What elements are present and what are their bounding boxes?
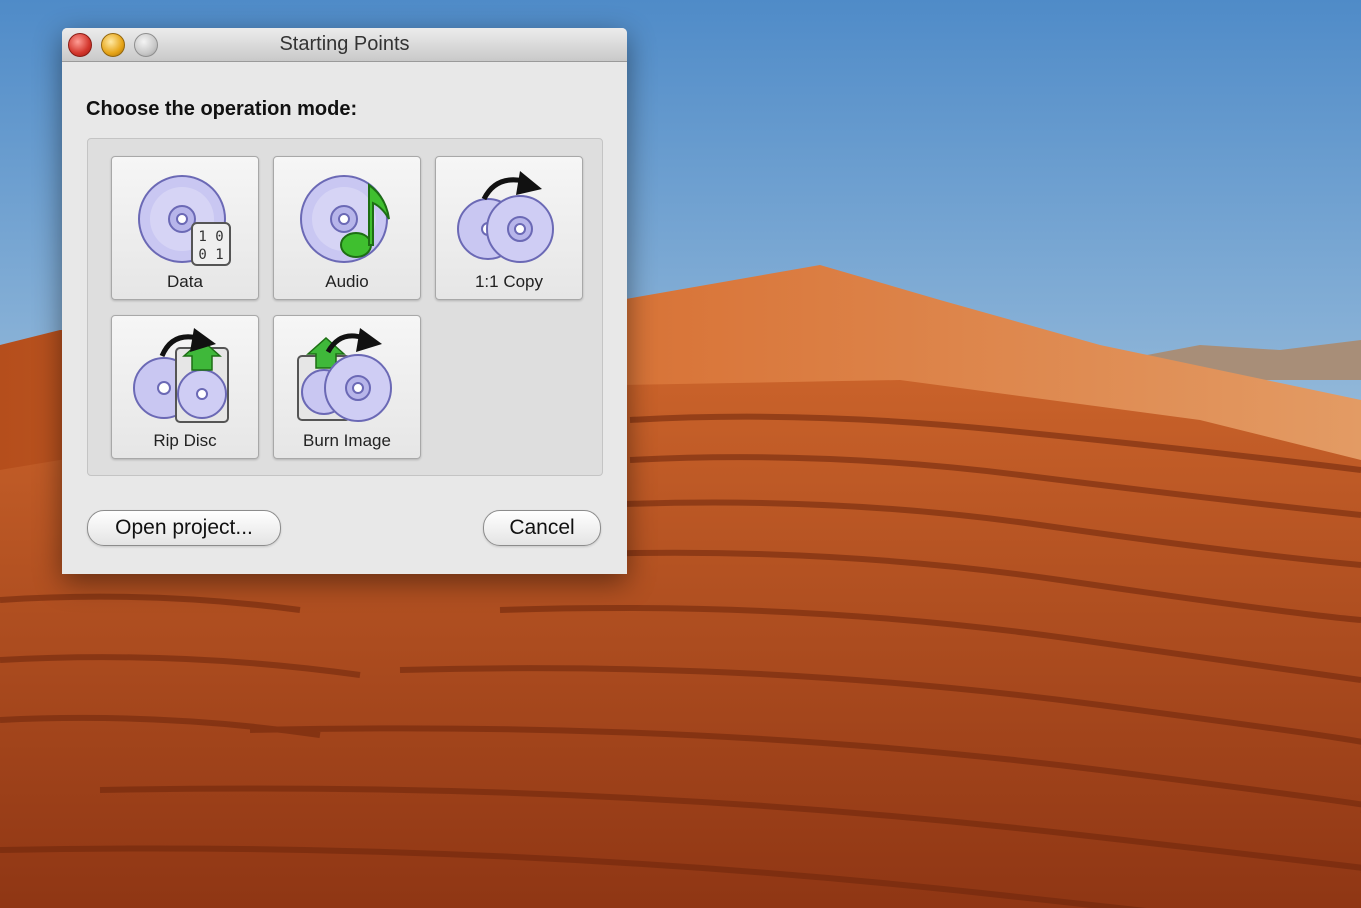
mode-burn-image-button[interactable]: Burn Image — [273, 315, 421, 459]
data-disc-icon: 1 0 0 1 — [138, 175, 231, 266]
data-badge-row1: 1 0 — [198, 229, 223, 245]
mode-audio-button[interactable]: Audio — [273, 156, 421, 300]
starting-points-window: Starting Points Choose the operation mod… — [62, 28, 627, 574]
operation-mode-prompt: Choose the operation mode: — [86, 98, 358, 120]
mode-rip-disc-label: Rip Disc — [153, 431, 217, 450]
data-badge-row2: 0 1 — [198, 247, 223, 263]
mode-copy-label: 1:1 Copy — [474, 272, 544, 291]
mode-rip-disc-button[interactable]: Rip Disc — [111, 315, 259, 459]
copy-disc-icon — [457, 171, 554, 263]
rip-disc-icon — [133, 328, 229, 423]
audio-disc-icon — [300, 175, 390, 263]
cancel-button[interactable]: Cancel — [483, 510, 601, 546]
operation-mode-group: 1 0 0 1 Data Audio 1:1 Copy Rip Disc Bur… — [87, 138, 603, 476]
mode-audio-label: Audio — [325, 272, 369, 291]
open-project-button[interactable]: Open project... — [87, 510, 281, 546]
window-title: Starting Points — [279, 33, 410, 55]
mode-burn-image-label: Burn Image — [303, 431, 391, 450]
title-bar[interactable]: Starting Points — [62, 28, 627, 62]
burn-image-icon — [297, 328, 392, 422]
mode-data-label: Data — [167, 272, 203, 291]
mode-copy-button[interactable]: 1:1 Copy — [435, 156, 583, 300]
mode-data-button[interactable]: 1 0 0 1 Data — [111, 156, 259, 300]
